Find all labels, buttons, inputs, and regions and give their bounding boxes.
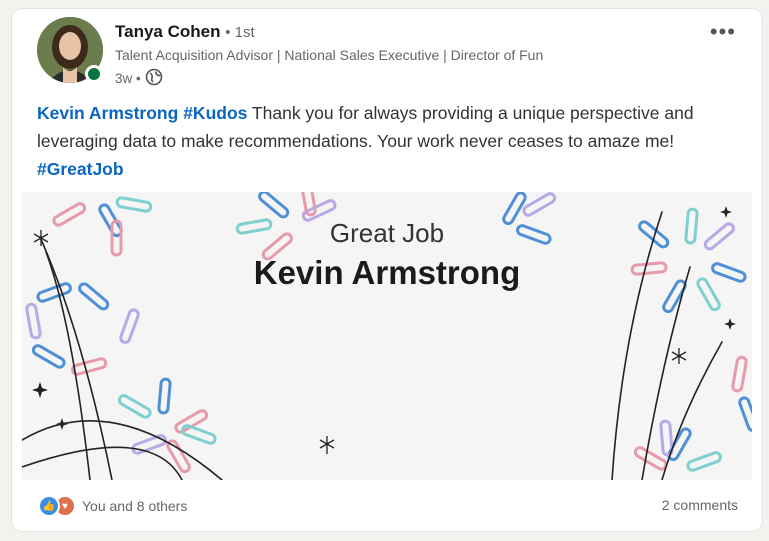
author-name-line: Tanya Cohen • 1st (115, 22, 255, 42)
like-reaction-icon: 👍 (38, 495, 60, 517)
mention-link[interactable]: Kevin Armstrong (37, 103, 178, 123)
author-name[interactable]: Tanya Cohen (115, 22, 220, 41)
reactions-summary[interactable]: 👍 ♥ You and 8 others (38, 495, 187, 517)
post-text: Kevin Armstrong #Kudos Thank you for alw… (37, 99, 742, 183)
more-options-icon[interactable]: ••• (710, 21, 736, 43)
hashtag-greatjob[interactable]: #GreatJob (37, 159, 124, 179)
banner-recipient: Kevin Armstrong (253, 254, 521, 291)
post-meta: 3w • (115, 68, 163, 89)
online-status-indicator (85, 65, 103, 83)
globe-icon (145, 68, 163, 89)
social-counts: 👍 ♥ You and 8 others 2 comments (22, 489, 752, 521)
reactions-count[interactable]: You and 8 others (82, 498, 187, 514)
author-headline: Talent Acquisition Advisor | National Sa… (115, 47, 544, 63)
banner-subtitle: Great Job (329, 218, 445, 248)
post-time: 3w • (115, 71, 141, 86)
kudos-banner[interactable]: Great Job Kevin Armstrong (22, 192, 752, 480)
post-card: Tanya Cohen • 1st Talent Acquisition Adv… (12, 9, 762, 531)
comments-count[interactable]: 2 comments (662, 497, 738, 513)
hashtag-kudos[interactable]: #Kudos (183, 103, 247, 123)
connection-degree: • 1st (225, 24, 255, 41)
